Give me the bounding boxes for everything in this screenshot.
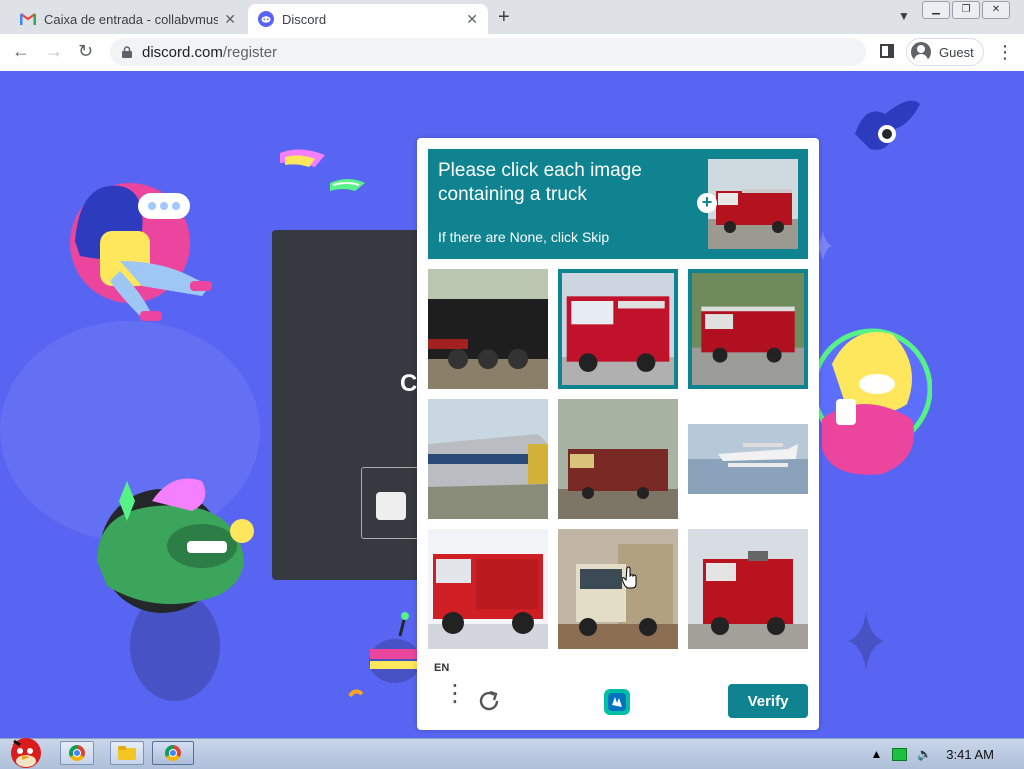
chevron-down-icon[interactable]: ▼	[898, 9, 910, 23]
captcha-tile-3[interactable]	[688, 269, 808, 389]
freight-locomotive-image	[558, 399, 678, 519]
lock-icon	[122, 46, 132, 58]
captcha-prompt-banner: Please click each image containing a tru…	[428, 149, 808, 259]
url-path: /register	[222, 43, 278, 61]
more-menu-icon[interactable]: ⋮	[996, 42, 1014, 63]
captcha-tile-6[interactable]	[688, 399, 808, 519]
chrome-icon	[165, 745, 181, 761]
captcha-menu-icon[interactable]: ⋮	[443, 682, 467, 706]
person-with-phone-illustration	[70, 183, 212, 321]
hand-cursor-icon	[622, 566, 637, 589]
partial-heading-glyph: C	[400, 370, 418, 397]
cargo-truck-image	[558, 529, 678, 649]
close-icon[interactable]: ✕	[466, 11, 478, 28]
hcaptcha-logo-icon[interactable]	[600, 685, 634, 719]
taskbar-chrome-active[interactable]	[152, 741, 194, 765]
tab-title: Discord	[282, 11, 327, 27]
green-monster-illustration	[97, 478, 254, 613]
taskbar-app[interactable]	[110, 741, 144, 765]
folder-icon	[118, 746, 136, 760]
new-tab-button[interactable]: +	[498, 6, 510, 29]
captcha-tile-1[interactable]	[428, 269, 548, 389]
seaplane-image	[688, 399, 808, 519]
discord-icon	[258, 11, 274, 27]
refresh-icon[interactable]	[477, 689, 501, 713]
close-icon[interactable]: ✕	[224, 11, 236, 28]
captcha-challenge: Please click each image containing a tru…	[417, 138, 819, 730]
fire-truck-example-image	[708, 159, 798, 249]
fire-truck-image	[428, 529, 548, 649]
captcha-tile-8[interactable]	[558, 529, 678, 649]
volume-icon[interactable]: 🔈	[917, 747, 932, 761]
tray-expand-icon[interactable]: ▲	[870, 747, 882, 761]
minimize-button[interactable]: ▁	[922, 1, 950, 19]
network-icon[interactable]	[892, 747, 908, 761]
verify-button[interactable]: Verify	[728, 684, 808, 718]
fire-truck-image	[692, 273, 804, 385]
back-arrow-icon[interactable]: ←	[12, 41, 30, 62]
address-bar[interactable]: discord.com/register	[110, 38, 866, 66]
tab-strip: Caixa de entrada - collabvmus ✕ Discord …	[0, 0, 1024, 34]
profile-button[interactable]: Guest	[906, 38, 984, 66]
avatar-icon	[911, 42, 931, 62]
captcha-tile-4[interactable]	[428, 399, 548, 519]
window-close-button[interactable]: ✕	[982, 1, 1010, 19]
clock[interactable]: 3:41 AM	[946, 747, 994, 762]
forward-arrow-icon[interactable]: →	[45, 41, 63, 62]
fire-truck-image	[688, 529, 808, 649]
sparkle-icon	[848, 611, 884, 671]
taskbar-chrome-pinned[interactable]	[60, 741, 94, 765]
side-panel-icon[interactable]	[880, 44, 894, 58]
captcha-tile-2[interactable]	[558, 269, 678, 389]
tab-title: Caixa de entrada - collabvmus	[44, 11, 219, 27]
flying-book-illustration	[280, 149, 365, 191]
browser-toolbar: ← → ↻ discord.com/register Guest ⋮	[0, 34, 1024, 72]
registration-card-backdrop: C	[272, 230, 432, 580]
captcha-subprompt-text: If there are None, click Skip	[438, 229, 610, 245]
camera-icon	[361, 467, 421, 539]
taskbar: ▲ 🔈 3:41 AM	[0, 738, 1024, 769]
tab-discord[interactable]: Discord ✕	[248, 4, 488, 34]
system-tray: ▲ 🔈 3:41 AM	[870, 739, 1024, 769]
captcha-prompt-text: Please click each image containing a tru…	[438, 160, 642, 205]
passenger-train-image	[428, 399, 548, 519]
captcha-tile-7[interactable]	[428, 529, 548, 649]
language-selector[interactable]: EN	[434, 662, 449, 674]
window-controls: ▁ ❐ ✕	[922, 1, 1010, 19]
captcha-tile-5[interactable]	[558, 399, 678, 519]
gmail-icon	[20, 13, 36, 25]
start-button-angry-bird-icon[interactable]	[4, 731, 48, 769]
reload-icon[interactable]: ↻	[78, 41, 93, 62]
yellow-creature-illustration	[812, 328, 932, 475]
fire-truck-image	[562, 273, 674, 385]
url-text: discord.com/register	[142, 44, 277, 61]
maximize-button[interactable]: ❐	[952, 1, 980, 19]
url-host: discord.com	[142, 43, 223, 61]
steam-locomotive-image	[428, 269, 548, 389]
plus-icon[interactable]: +	[697, 193, 717, 213]
example-image[interactable]	[708, 159, 798, 249]
profile-label: Guest	[939, 44, 974, 60]
captcha-tile-9[interactable]	[688, 529, 808, 649]
tab-gmail[interactable]: Caixa de entrada - collabvmus ✕	[10, 4, 246, 34]
blue-bird-illustration	[855, 100, 920, 150]
chrome-icon	[69, 745, 85, 761]
